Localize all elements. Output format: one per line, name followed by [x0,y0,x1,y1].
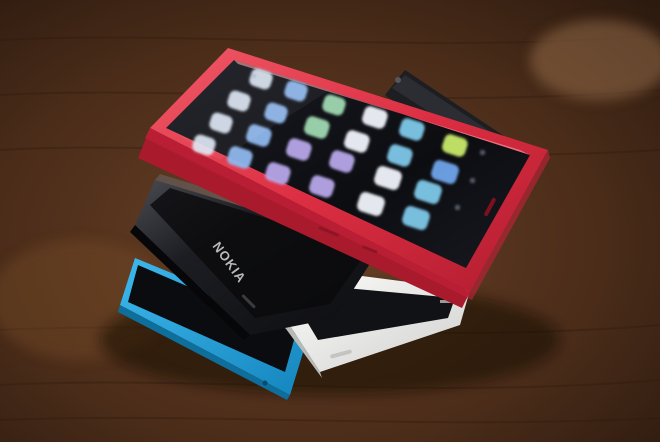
photo-canvas: NOKIA [0,0,660,442]
photo-scene: NOKIA [0,0,660,442]
